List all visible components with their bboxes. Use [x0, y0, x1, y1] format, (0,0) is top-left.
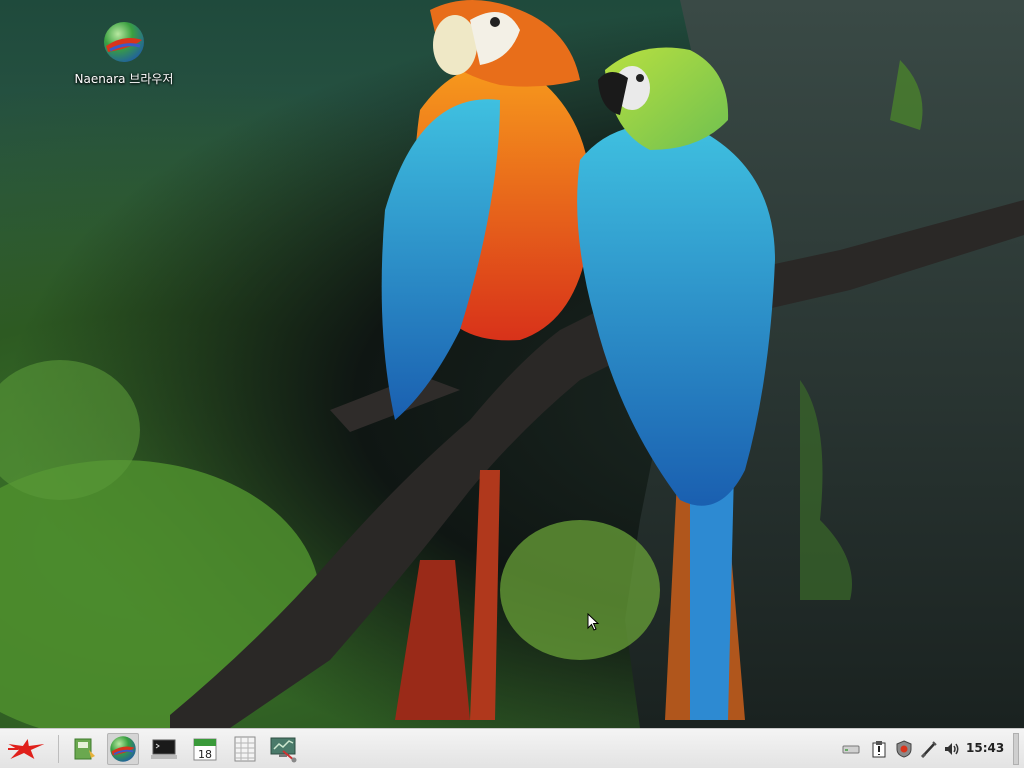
- tray-clipboard[interactable]: [870, 739, 888, 759]
- terminal-icon: [151, 739, 177, 759]
- tray-removable-drive[interactable]: [842, 739, 860, 759]
- tray-security[interactable]: [895, 739, 913, 759]
- launcher-terminal[interactable]: [148, 733, 180, 765]
- naenara-globe-icon: [102, 20, 146, 64]
- calendar-day-text: 18: [198, 748, 212, 761]
- security-shield-icon: [896, 740, 912, 758]
- taskbar-clock[interactable]: 15:43: [966, 741, 1004, 755]
- naenara-browser-icon: [110, 736, 136, 762]
- red-star-menu-icon: [8, 739, 44, 759]
- taskbar-separator: [58, 735, 59, 763]
- mouse-pointer-icon: [587, 613, 599, 631]
- calendar-icon: 18: [193, 738, 217, 761]
- system-monitor-icon: [270, 737, 297, 763]
- volume-icon: [945, 743, 959, 755]
- network-icon: [920, 741, 937, 758]
- removable-drive-icon: [842, 745, 860, 754]
- launcher-file-manager[interactable]: [68, 733, 100, 765]
- spreadsheet-icon: [234, 736, 256, 762]
- desktop: Naenara 브라우저: [0, 0, 1024, 728]
- launcher-system-monitor[interactable]: [268, 733, 300, 765]
- file-manager-icon: [74, 738, 95, 760]
- launcher-spreadsheet[interactable]: [229, 733, 261, 765]
- tray-network[interactable]: [920, 739, 938, 759]
- launcher-naenara-browser[interactable]: [107, 733, 139, 765]
- taskbar: 18 15:43: [0, 728, 1024, 768]
- tray-volume[interactable]: [943, 739, 961, 759]
- parrot-wallpaper: [0, 0, 1024, 728]
- show-desktop-button[interactable]: [1013, 733, 1019, 765]
- launcher-calendar[interactable]: 18: [189, 733, 221, 765]
- clipboard-icon: [872, 741, 886, 758]
- start-menu-button[interactable]: [4, 733, 46, 765]
- desktop-icon-label: Naenara 브라우저: [74, 72, 174, 86]
- desktop-icon-naenara-browser[interactable]: Naenara 브라우저: [64, 20, 184, 87]
